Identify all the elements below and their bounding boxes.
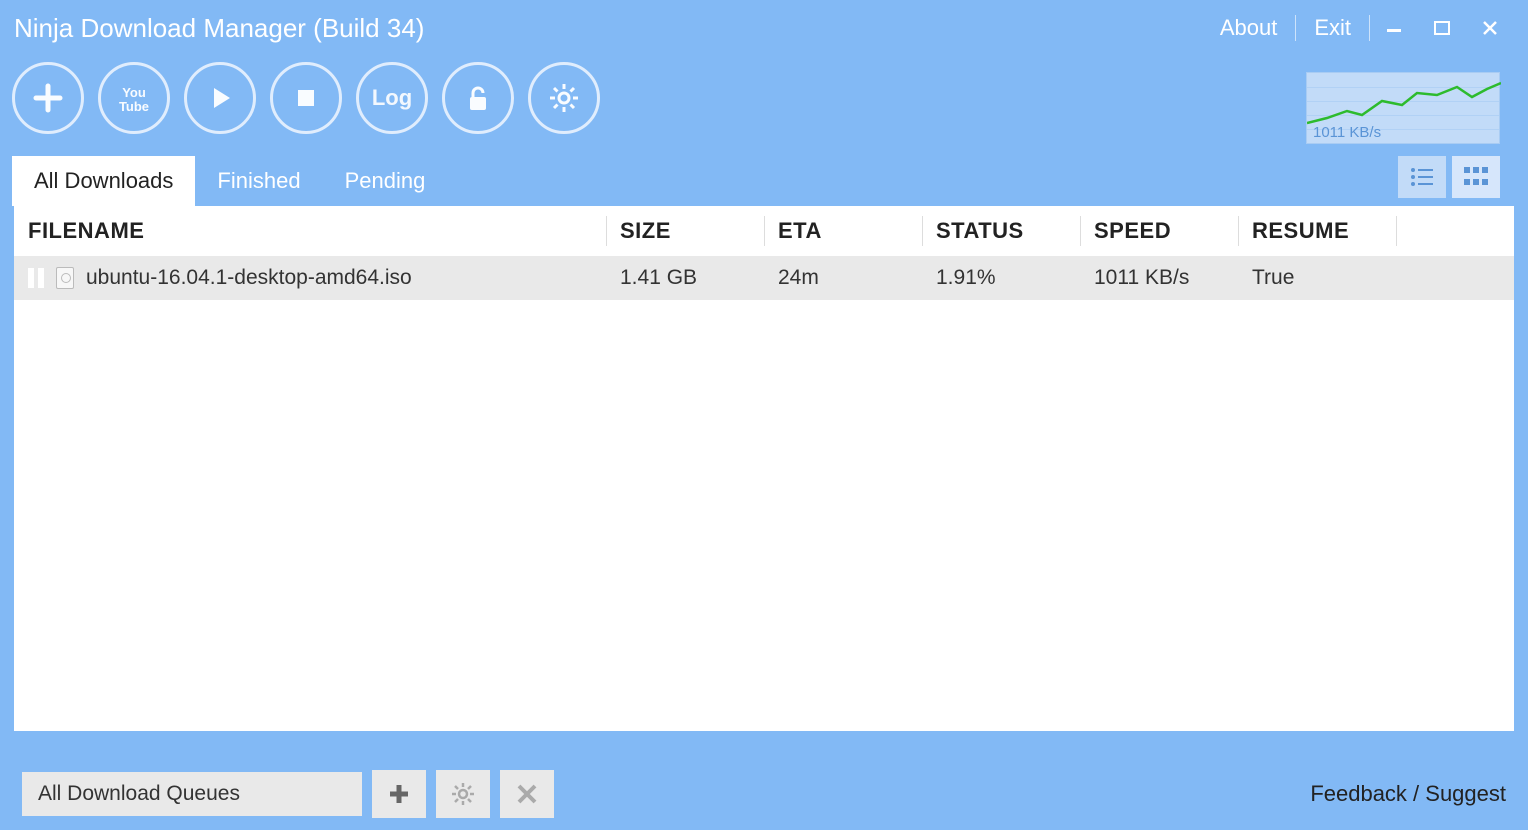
queue-settings-button[interactable] (436, 770, 490, 818)
cell-eta: 24m (764, 256, 922, 300)
grid-view-icon (1463, 166, 1489, 188)
play-icon (206, 84, 234, 112)
table-row[interactable]: ubuntu-16.04.1-desktop-amd64.iso 1.41 GB… (14, 256, 1514, 300)
cell-size: 1.41 GB (606, 256, 764, 300)
cell-resume: True (1238, 256, 1396, 300)
close-icon (516, 783, 538, 805)
maximize-icon (1433, 19, 1451, 37)
lock-button[interactable] (442, 62, 514, 134)
file-icon (56, 267, 74, 289)
log-icon: Log (372, 85, 412, 111)
col-filename[interactable]: FILENAME (14, 206, 606, 256)
stop-icon (294, 86, 318, 110)
speed-graph-label: 1011 KB/s (1313, 124, 1381, 141)
exit-link[interactable]: Exit (1296, 15, 1369, 41)
log-button[interactable]: Log (356, 62, 428, 134)
titlebar: Ninja Download Manager (Build 34) About … (0, 0, 1528, 56)
tab-pending[interactable]: Pending (323, 156, 448, 206)
close-icon (1481, 19, 1499, 37)
add-download-button[interactable] (12, 62, 84, 134)
close-button[interactable] (1466, 12, 1514, 44)
minimize-icon (1385, 19, 1403, 37)
queue-selector[interactable]: All Download Queues (22, 772, 362, 816)
gear-icon (548, 82, 580, 114)
tab-finished[interactable]: Finished (195, 156, 322, 206)
toolbar: You Tube Log (0, 56, 1528, 144)
list-view-button[interactable] (1398, 156, 1446, 198)
list-view-icon (1409, 166, 1435, 188)
delete-queue-button[interactable] (500, 770, 554, 818)
col-size[interactable]: SIZE (606, 206, 764, 256)
bottombar: All Download Queues Feedback / Suggest (0, 758, 1528, 830)
col-status[interactable]: STATUS (922, 206, 1080, 256)
youtube-button[interactable]: You Tube (98, 62, 170, 134)
start-button[interactable] (184, 62, 256, 134)
svg-text:You: You (122, 85, 146, 100)
add-queue-button[interactable] (372, 770, 426, 818)
feedback-link[interactable]: Feedback / Suggest (1310, 781, 1506, 807)
app-title: Ninja Download Manager (Build 34) (14, 13, 424, 44)
cell-status: 1.91% (922, 256, 1080, 300)
grid-view-button[interactable] (1452, 156, 1500, 198)
cell-speed: 1011 KB/s (1080, 256, 1238, 300)
col-eta[interactable]: ETA (764, 206, 922, 256)
col-speed[interactable]: SPEED (1080, 206, 1238, 256)
speed-graph: 1011 KB/s (1306, 72, 1500, 144)
minimize-button[interactable] (1370, 12, 1418, 44)
unlock-icon (465, 83, 491, 113)
settings-button[interactable] (528, 62, 600, 134)
pause-icon (28, 268, 44, 288)
downloads-list: FILENAME SIZE ETA STATUS SPEED RESUME ub… (14, 206, 1514, 731)
svg-text:Tube: Tube (119, 99, 149, 113)
col-blank (1396, 206, 1514, 256)
col-resume[interactable]: RESUME (1238, 206, 1396, 256)
gear-icon (450, 781, 476, 807)
maximize-button[interactable] (1418, 12, 1466, 44)
cell-filename: ubuntu-16.04.1-desktop-amd64.iso (86, 266, 412, 290)
youtube-icon: You Tube (112, 83, 156, 113)
tabs: All Downloads Finished Pending (0, 144, 1528, 206)
stop-button[interactable] (270, 62, 342, 134)
tab-all-downloads[interactable]: All Downloads (12, 156, 195, 206)
plus-icon (386, 781, 412, 807)
plus-icon (30, 80, 66, 116)
about-link[interactable]: About (1202, 15, 1296, 41)
